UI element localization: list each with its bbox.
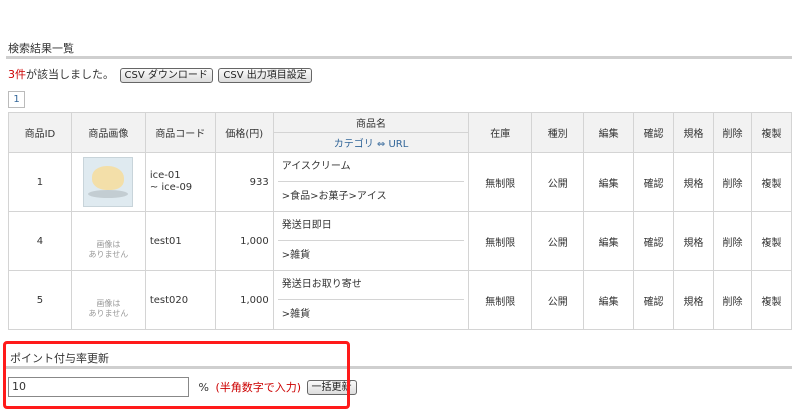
section-divider [6,56,792,59]
product-id: 4 [8,211,72,271]
csv-download-button[interactable]: CSV ダウンロード [119,67,213,83]
copy-link[interactable]: 複製 [750,211,793,271]
csv-settings-button[interactable]: CSV 出力項目設定 [218,67,312,83]
header-code: 商品コード [144,112,216,153]
delete-link[interactable]: 削除 [713,270,752,330]
pager-page-1[interactable]: 1 [8,91,25,108]
product-code: ice-01 ~ ice-09 [144,152,216,212]
edit-link[interactable]: 編集 [583,211,635,271]
spec-link[interactable]: 規格 [673,270,714,330]
result-count-suffix: が該当しました。 [26,68,114,81]
header-delete: 削除 [713,112,752,153]
product-name-cell: アイスクリーム >食品>お菓子>アイス [272,152,470,212]
header-edit: 編集 [583,112,635,153]
header-spec: 規格 [673,112,714,153]
product-code: test01 [144,211,216,271]
header-name: 商品名 [272,112,470,133]
product-type: 公開 [531,152,585,212]
product-stock: 無制限 [468,152,533,212]
no-image-text: 画像は ありません [88,299,129,318]
header-type: 種別 [531,112,585,153]
confirm-link[interactable]: 確認 [633,211,675,271]
table-row: 1 ice-01 ~ ice-09 933 アイスクリーム >食品>お菓子>アイ… [8,152,793,212]
product-code: test020 [144,270,216,330]
header-price: 価格(円) [214,112,274,153]
header-copy: 複製 [750,112,793,153]
table-row: 4 画像は ありません test01 1,000 発送日即日 >雑貨 無制限 公… [8,211,793,271]
highlight-box [3,341,350,409]
product-name-cell: 発送日即日 >雑貨 [272,211,470,271]
product-price: 1,000 [214,211,274,271]
header-confirm: 確認 [633,112,675,153]
product-stock: 無制限 [468,270,533,330]
result-summary: 3件が該当しました。 CSV ダウンロード CSV 出力項目設定 [8,66,312,83]
header-stock: 在庫 [468,112,533,153]
copy-link[interactable]: 複製 [750,270,793,330]
header-category-url-toggle[interactable]: カテゴリ ⇔ URL [272,132,470,153]
copy-link[interactable]: 複製 [750,152,793,212]
product-stock: 無制限 [468,211,533,271]
product-type: 公開 [531,211,585,271]
product-type: 公開 [531,270,585,330]
header-id: 商品ID [8,112,72,153]
product-name: 発送日即日 [277,212,465,241]
product-category: >食品>お菓子>アイス [281,191,387,202]
product-image: 画像は ありません [70,211,146,271]
edit-link[interactable]: 編集 [583,270,635,330]
product-price: 1,000 [214,270,274,330]
search-results-title: 検索結果一覧 [8,42,74,55]
product-name: アイスクリーム [277,153,465,182]
confirm-link[interactable]: 確認 [633,152,675,212]
confirm-link[interactable]: 確認 [633,270,675,330]
header-image: 商品画像 [70,112,146,153]
delete-link[interactable]: 削除 [713,211,752,271]
product-category: >雑貨 [281,250,311,261]
product-price: 933 [214,152,274,212]
spec-link[interactable]: 規格 [673,152,714,212]
no-image-text: 画像は ありません [88,240,129,259]
product-image [70,152,146,212]
delete-link[interactable]: 削除 [713,152,752,212]
product-category: >雑貨 [281,309,311,320]
edit-link[interactable]: 編集 [583,152,635,212]
product-id: 1 [8,152,72,212]
product-id: 5 [8,270,72,330]
result-count: 3件 [8,68,26,81]
product-name: 発送日お取り寄せ [277,271,465,300]
table-row: 5 画像は ありません test020 1,000 発送日お取り寄せ >雑貨 無… [8,270,793,330]
product-image: 画像は ありません [70,270,146,330]
spec-link[interactable]: 規格 [673,211,714,271]
product-name-cell: 発送日お取り寄せ >雑貨 [272,270,470,330]
product-table: 商品ID 商品画像 商品コード 価格(円) 商品名 在庫 種別 編集 確認 規格… [8,112,793,330]
ice-cream-thumbnail [83,157,134,207]
